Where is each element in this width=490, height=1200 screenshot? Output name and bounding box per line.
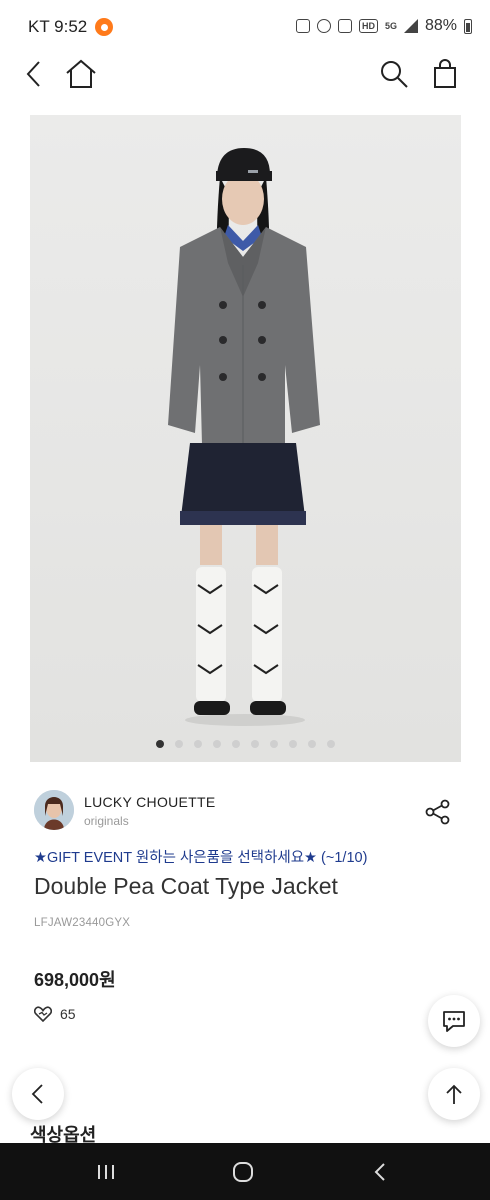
product-code: LFJAW23440GYX [34,917,131,929]
bag-icon [434,59,456,88]
back-button[interactable] [16,56,52,92]
pagination-dot[interactable] [156,740,164,748]
share-button[interactable] [422,796,454,828]
pagination-dot[interactable] [327,740,335,748]
carrier-time: KT 9:52 [28,17,88,36]
bag-button[interactable] [427,56,463,92]
recording-icon [95,18,114,36]
recent-apps-icon [98,1165,114,1179]
search-icon [381,61,408,88]
mute-icon [337,19,352,33]
pagination-dot[interactable] [213,740,221,748]
system-back-button[interactable] [360,1157,400,1187]
go-back-button[interactable] [12,1068,64,1120]
product-image[interactable] [30,115,461,762]
top-nav [0,52,490,98]
battery-level: 88% [424,17,457,34]
chat-button[interactable] [428,995,480,1047]
brand-subtitle: originals [84,814,129,828]
pagination-dot[interactable] [175,740,183,748]
back-icon [31,1084,43,1104]
brand-avatar[interactable] [34,790,74,830]
heart-icon [34,1006,52,1022]
home-icon [66,59,96,88]
pagination-dot[interactable] [289,740,297,748]
network-5g-icon: 5G [384,20,397,31]
signal-icon [403,19,418,33]
image-pagination [30,740,461,748]
system-home-button[interactable] [223,1157,263,1187]
alarm-icon [316,19,331,33]
brand-avatar-image [34,790,74,830]
battery-icon [464,18,472,34]
recent-apps-button[interactable] [86,1157,126,1187]
lock-icon [295,19,310,33]
like-count: 65 [60,1006,76,1022]
scroll-top-button[interactable] [428,1068,480,1120]
hd-icon: HD [358,19,378,33]
status-right: HD 5G 88% [295,17,472,35]
product-price: 698,000원 [34,970,116,990]
gift-event-text[interactable]: ★GIFT EVENT 원하는 사은품을 선택하세요★ (~1/10) [34,846,367,867]
share-icon [425,799,450,825]
product-title: Double Pea Coat Type Jacket [34,873,338,899]
arrow-up-icon [446,1084,462,1104]
home-circle-icon [233,1162,253,1182]
status-left: KT 9:52 [28,17,114,37]
chat-icon [443,1011,465,1032]
like-row[interactable]: 65 [34,1006,76,1022]
system-navigation-bar [0,1143,490,1200]
back-icon [26,61,40,87]
home-button[interactable] [63,56,99,92]
status-bar: KT 9:52 HD 5G 88% [0,0,490,52]
pagination-dot[interactable] [194,740,202,748]
pagination-dot[interactable] [251,740,259,748]
search-button[interactable] [376,56,412,92]
pagination-dot[interactable] [232,740,240,748]
pagination-dot[interactable] [308,740,316,748]
brand-name[interactable]: LUCKY CHOUETTE [84,794,216,810]
pagination-dot[interactable] [270,740,278,748]
model-illustration [30,115,461,762]
system-back-icon [374,1163,385,1181]
